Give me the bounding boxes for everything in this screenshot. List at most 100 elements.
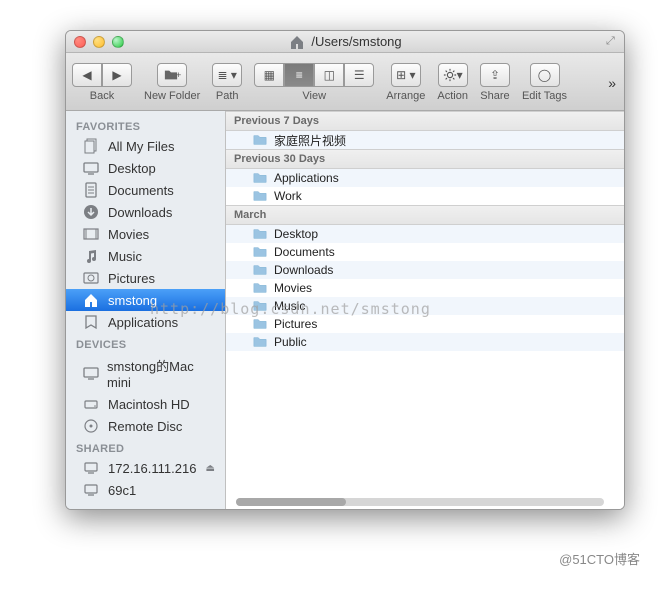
folder-icon [252, 245, 268, 259]
file-name: Movies [274, 281, 312, 295]
sidebar-item-applications[interactable]: Applications [66, 311, 225, 333]
file-row[interactable]: Downloads [226, 261, 624, 279]
file-name: Public [274, 335, 307, 349]
file-list: Previous 7 Days家庭照片视频Previous 30 Days App… [226, 111, 624, 509]
sidebar-item-label: Documents [108, 183, 174, 198]
folder-icon [252, 299, 268, 313]
file-name: Downloads [274, 263, 333, 277]
arrange-button[interactable]: ⊞ ▾ [391, 63, 421, 87]
sidebar-item-movies[interactable]: Movies [66, 223, 225, 245]
folder-icon [252, 263, 268, 277]
sidebar-item-smstong[interactable]: smstong [66, 289, 225, 311]
horizontal-scrollbar[interactable] [236, 498, 604, 506]
edittags-label: Edit Tags [522, 90, 567, 102]
sidebar-item-macintosh-hd[interactable]: Macintosh HD [66, 393, 225, 415]
sidebar-item-label: Desktop [108, 161, 156, 176]
fullscreen-icon[interactable]: ⤢ [606, 35, 618, 47]
arrange-label: Arrange [386, 90, 425, 102]
file-name: Pictures [274, 317, 317, 331]
imac-icon [82, 365, 99, 381]
sidebar-item-pictures[interactable]: Pictures [66, 267, 225, 289]
edit-tags-button[interactable]: ◯ [530, 63, 560, 87]
path-button[interactable]: ≣ ▾ [212, 63, 242, 87]
toolbar-overflow-icon[interactable]: » [608, 75, 618, 91]
file-row[interactable]: 家庭照片视频 [226, 131, 624, 149]
back-label: Back [90, 90, 114, 102]
window-title: /Users/smstong [66, 34, 624, 50]
pictures-icon [82, 270, 100, 286]
sidebar-item-desktop[interactable]: Desktop [66, 157, 225, 179]
scrollbar-thumb[interactable] [236, 498, 346, 506]
share-label: Share [480, 90, 509, 102]
downloads-icon [82, 204, 100, 220]
forward-button[interactable]: ▶ [102, 63, 132, 87]
folder-icon [252, 317, 268, 331]
sidebar-item-downloads[interactable]: Downloads [66, 201, 225, 223]
finder-window: /Users/smstong ⤢ ◀ ▶ Back + New Folder ≣… [65, 30, 625, 510]
file-row[interactable]: Applications [226, 169, 624, 187]
desktop-icon [82, 160, 100, 176]
sidebar-item-69c1[interactable]: 69c1 [66, 479, 225, 501]
zoom-button[interactable] [112, 36, 124, 48]
file-row[interactable]: Public [226, 333, 624, 351]
share-button[interactable]: ⇪ [480, 63, 510, 87]
action-button[interactable]: ▾ [438, 63, 468, 87]
sidebar-item-label: Downloads [108, 205, 172, 220]
music-icon [82, 248, 100, 264]
group-header: Previous 7 Days [226, 111, 624, 131]
server-icon [82, 460, 100, 476]
hdd-icon [82, 396, 100, 412]
file-name: Documents [274, 245, 335, 259]
folder-icon [252, 133, 268, 147]
sidebar-item-music[interactable]: Music [66, 245, 225, 267]
all-my-files-icon [82, 138, 100, 154]
home-icon [288, 34, 306, 50]
sidebar-item-all-my-files[interactable]: All My Files [66, 135, 225, 157]
sidebar-item-documents[interactable]: Documents [66, 179, 225, 201]
sidebar-section-header: FAVORITES [66, 115, 225, 135]
file-name: Music [274, 299, 305, 313]
file-row[interactable]: Desktop [226, 225, 624, 243]
view-icon-button[interactable]: ▦ [254, 63, 284, 87]
file-row[interactable]: Documents [226, 243, 624, 261]
new-folder-button[interactable]: + [157, 63, 187, 87]
view-column-button[interactable]: ◫ [314, 63, 344, 87]
group-header: Previous 30 Days [226, 149, 624, 169]
folder-icon [252, 281, 268, 295]
file-name: Work [274, 189, 302, 203]
titlebar[interactable]: /Users/smstong ⤢ [66, 31, 624, 53]
folder-icon [252, 189, 268, 203]
view-list-button[interactable]: ≡ [284, 63, 314, 87]
view-coverflow-button[interactable]: ☰ [344, 63, 374, 87]
file-row[interactable]: Pictures [226, 315, 624, 333]
sidebar-item-label: Movies [108, 227, 149, 242]
sidebar: FAVORITESAll My Files Desktop Documents Dow… [66, 111, 226, 509]
movies-icon [82, 226, 100, 242]
file-name: Applications [274, 171, 339, 185]
path-label: Path [216, 90, 239, 102]
toolbar: ◀ ▶ Back + New Folder ≣ ▾ Path ▦ ≡ ◫ ☰ V… [66, 53, 624, 111]
sidebar-item-label: Applications [108, 315, 178, 330]
sidebar-item-label: Pictures [108, 271, 155, 286]
sidebar-item-smstong-mac-mini[interactable]: smstong的Mac mini [66, 353, 225, 393]
file-row[interactable]: Music [226, 297, 624, 315]
sidebar-item-label: Macintosh HD [108, 397, 190, 412]
minimize-button[interactable] [93, 36, 105, 48]
sidebar-item-remote-disc[interactable]: Remote Disc [66, 415, 225, 437]
sidebar-section-header: DEVICES [66, 333, 225, 353]
folder-icon [252, 335, 268, 349]
window-controls [74, 36, 124, 48]
sidebar-item-label: smstong的Mac mini [107, 356, 215, 390]
group-header: March [226, 205, 624, 225]
file-row[interactable]: Work [226, 187, 624, 205]
file-name: Desktop [274, 227, 318, 241]
sidebar-item-label: 172.16.111.216 [108, 461, 196, 476]
sidebar-item-172-16-111-216[interactable]: 172.16.111.216 ⏏ [66, 457, 225, 479]
file-row[interactable]: Movies [226, 279, 624, 297]
back-button[interactable]: ◀ [72, 63, 102, 87]
close-button[interactable] [74, 36, 86, 48]
eject-icon[interactable]: ⏏ [206, 463, 215, 474]
home-icon [82, 292, 100, 308]
sidebar-item-label: smstong [108, 293, 157, 308]
file-name: 家庭照片视频 [274, 132, 346, 149]
